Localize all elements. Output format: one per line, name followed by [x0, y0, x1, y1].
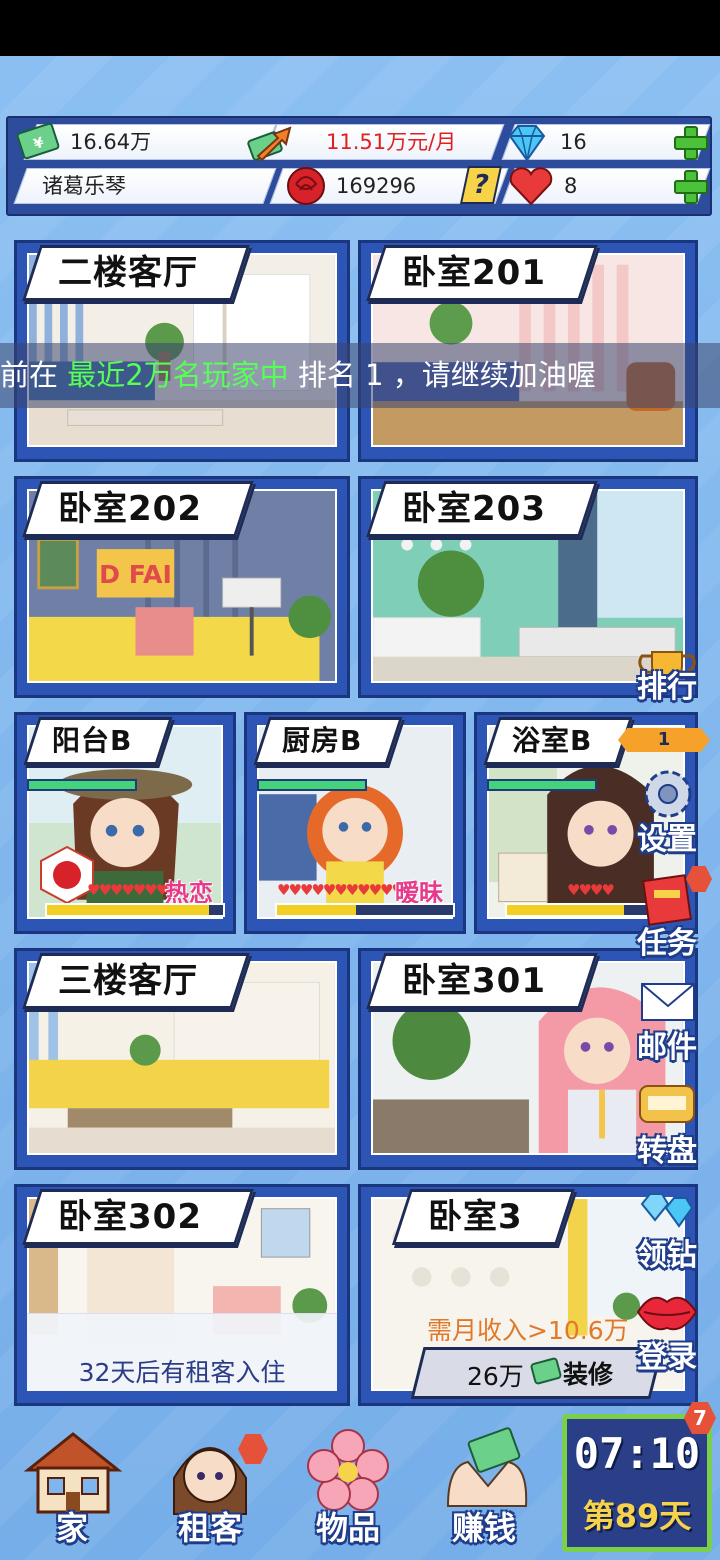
nav-earn[interactable]: 赚钱	[424, 1420, 544, 1555]
income-arrow-icon	[247, 126, 292, 162]
money-value: 16.64万	[70, 130, 152, 154]
tenant-progress-bar	[487, 779, 597, 791]
room-title: 厨房B	[253, 717, 404, 765]
clock-time: 07:10	[573, 1429, 701, 1478]
lips-icon	[636, 1296, 698, 1331]
room-title: 卧室3	[391, 1189, 575, 1245]
tenant-progress-bar	[257, 779, 367, 791]
room-title: 三楼客厅	[21, 953, 251, 1009]
rose-icon	[287, 167, 325, 205]
settings-label: 设置	[637, 822, 697, 857]
renovate-cost: 26万	[467, 1362, 524, 1391]
mail-button[interactable]: 邮件	[628, 970, 706, 1066]
rose-value: 169296	[336, 174, 417, 198]
mail-icon	[641, 983, 695, 1021]
svg-text:D FAI: D FAI	[99, 560, 172, 589]
room-title: 卧室203	[365, 481, 599, 537]
room-title: 卧室302	[21, 1189, 255, 1245]
tenant-arrival-notice: 32天后有租客入住	[78, 1358, 286, 1387]
affection-bar	[45, 903, 225, 917]
room-title: 卧室301	[365, 953, 599, 1009]
wheel-label: 转盘	[637, 1134, 697, 1169]
wheel-icon	[639, 1085, 695, 1123]
ranking-banner: 前在 最近2万名玩家中 排名 1 ，请继续加油喔	[0, 343, 720, 408]
room-card-3f-living[interactable]: 三楼客厅	[14, 948, 350, 1170]
add-diamonds-button[interactable]	[672, 124, 708, 160]
tasks-button[interactable]: 任务	[628, 866, 712, 962]
renovate-label: 装修	[563, 1360, 614, 1389]
claim-diamonds-button[interactable]: 领钻	[628, 1178, 706, 1274]
affection-fill	[47, 905, 209, 915]
tenant-progress-bar	[27, 779, 137, 791]
unlock-requirement: 需月收入>10.6万	[427, 1316, 629, 1345]
money-icon	[530, 1357, 562, 1385]
resource-panel: ¥ 16.64万 11.51万元/月 16 诸葛乐琴 169296 ? 8	[6, 116, 712, 216]
room-title: 二楼客厅	[21, 245, 251, 301]
diamond-icon	[508, 125, 546, 162]
money-icon: ¥	[16, 122, 60, 160]
wheel-button[interactable]: 转盘	[628, 1074, 706, 1170]
player-name: 诸葛乐琴	[42, 174, 126, 198]
nav-earn-label: 赚钱	[451, 1509, 516, 1547]
affection-fill	[277, 905, 357, 915]
banner-suffix: 排名 1 ，请继续加油喔	[288, 358, 596, 392]
affection-bar	[275, 903, 455, 917]
nav-home-label: 家	[55, 1509, 88, 1547]
login-button[interactable]: 登录	[628, 1280, 706, 1376]
nav-home[interactable]: 家	[12, 1420, 132, 1555]
room-card-balcony-b[interactable]: ♥♥♥♥♥♥♥♥ 热恋 阳台B	[14, 712, 236, 934]
nav-items[interactable]: 物品	[288, 1420, 408, 1555]
affection-fill	[507, 905, 624, 915]
login-label: 登录	[637, 1340, 697, 1375]
status-bar	[0, 0, 720, 56]
income-value: 11.51万元/月	[326, 130, 457, 154]
room-title: 阳台B	[23, 717, 174, 765]
nav-tenants[interactable]: 租客	[150, 1420, 270, 1555]
clock-day: 第89天	[582, 1497, 692, 1535]
diamond-pile-icon	[640, 1193, 694, 1228]
room-title: 浴室B	[483, 717, 634, 765]
game-clock[interactable]: 07:10 第89天	[562, 1414, 712, 1552]
banner-prefix: 前在	[0, 358, 68, 392]
ranking-label: 排行	[637, 670, 697, 705]
room-card-kitchen-b[interactable]: ♥♥♥♥♥♥♥♥♥♥♥ 暧昧 厨房B	[244, 712, 466, 934]
settings-button[interactable]: 设置	[628, 762, 706, 858]
claim-diamonds-label: 领钻	[637, 1238, 697, 1273]
affection-hearts: ♥♥♥♥♥♥♥♥♥♥♥	[277, 881, 405, 899]
tasks-label: 任务	[637, 926, 697, 961]
room-title: 卧室201	[365, 245, 599, 301]
ranking-button[interactable]: 排行 1	[618, 642, 710, 752]
diamond-value: 16	[560, 130, 587, 154]
room-card-302[interactable]: 32天后有租客入住 卧室302	[14, 1184, 350, 1406]
heart-icon	[509, 167, 553, 206]
ranking-value: 1	[618, 728, 710, 752]
add-hearts-button[interactable]	[672, 168, 708, 204]
room-title: 卧室202	[21, 481, 255, 537]
nav-items-label: 物品	[315, 1509, 380, 1547]
room-card-202[interactable]: D FAI 卧室202	[14, 476, 350, 698]
hearts-value: 8	[564, 174, 578, 198]
affection-hearts: ♥♥♥♥	[567, 881, 615, 899]
mail-label: 邮件	[637, 1030, 697, 1065]
nav-tenants-label: 租客	[177, 1509, 242, 1547]
banner-highlight: 最近2万名玩家中	[67, 358, 289, 392]
